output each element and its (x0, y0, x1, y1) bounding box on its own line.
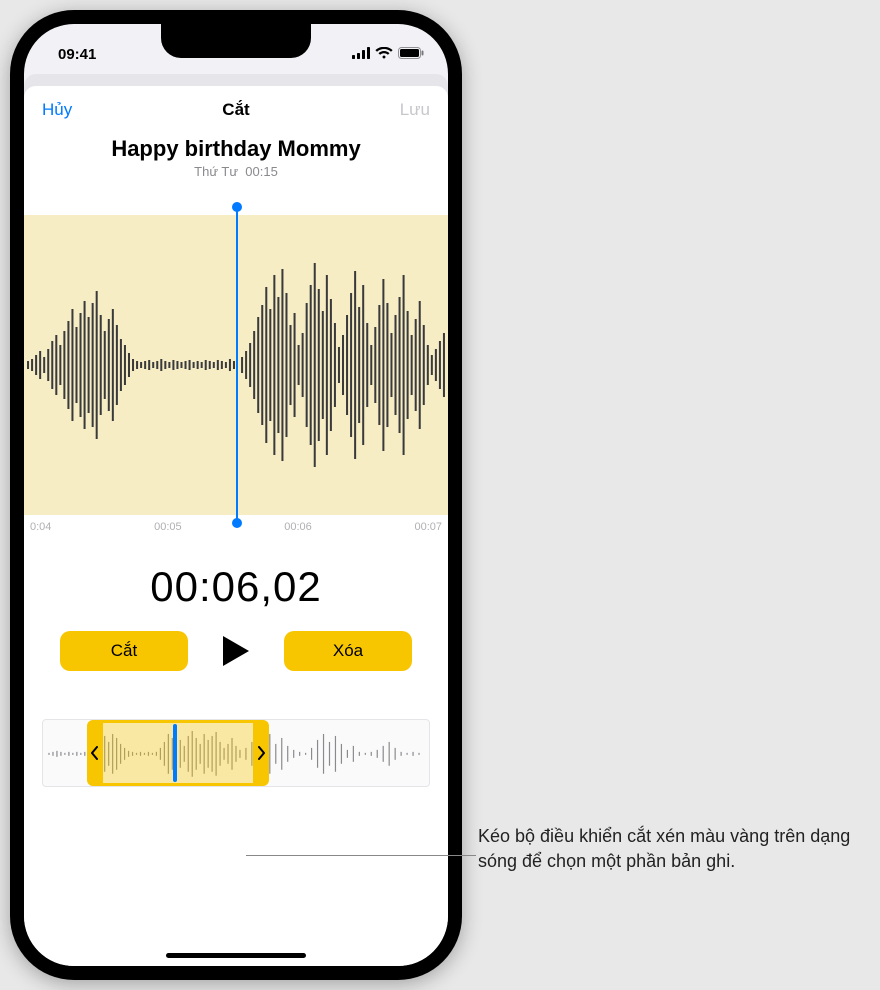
playhead[interactable] (236, 207, 238, 523)
waveform-main[interactable] (24, 215, 448, 515)
timecode: 00:06,02 (24, 563, 448, 611)
save-button[interactable]: Lưu (400, 100, 430, 120)
phone-frame: 09:41 Hủy Cắt Lưu Happy birt (10, 10, 462, 980)
trim-handle-right[interactable] (253, 720, 269, 786)
screen: 09:41 Hủy Cắt Lưu Happy birt (24, 24, 448, 966)
wifi-icon (375, 46, 393, 63)
trim-playhead[interactable] (173, 724, 177, 782)
notch (161, 24, 311, 58)
nav-bar: Hủy Cắt Lưu (24, 86, 448, 128)
chevron-left-icon (91, 746, 99, 760)
trim-button[interactable]: Cắt (60, 631, 188, 671)
nav-title: Cắt (24, 100, 448, 120)
trim-overview[interactable] (42, 719, 430, 787)
tick: 00:07 (414, 521, 442, 533)
callout-text: Kéo bộ điều khiển cắt xén màu vàng trên … (478, 824, 868, 874)
trim-selection[interactable] (103, 720, 253, 786)
cancel-button[interactable]: Hủy (42, 100, 72, 120)
status-time: 09:41 (58, 46, 96, 63)
tick: 0:04 (30, 521, 51, 533)
home-indicator[interactable] (166, 953, 306, 958)
callout-leader-line (246, 855, 476, 856)
tick: 00:06 (284, 521, 312, 533)
cellular-icon (352, 46, 370, 63)
delete-button[interactable]: Xóa (284, 631, 412, 671)
play-button[interactable] (214, 629, 258, 673)
tick: 00:05 (154, 521, 182, 533)
trim-handle-left[interactable] (87, 720, 103, 786)
edit-sheet: Hủy Cắt Lưu Happy birthday Mommy Thứ Tư … (24, 86, 448, 966)
controls-row: Cắt Xóa (24, 629, 448, 673)
chevron-right-icon (257, 746, 265, 760)
battery-icon (398, 46, 424, 63)
play-icon (221, 634, 251, 668)
recording-title: Happy birthday Mommy (24, 136, 448, 162)
recording-subtitle: Thứ Tư 00:15 (24, 164, 448, 179)
status-right (352, 46, 424, 63)
